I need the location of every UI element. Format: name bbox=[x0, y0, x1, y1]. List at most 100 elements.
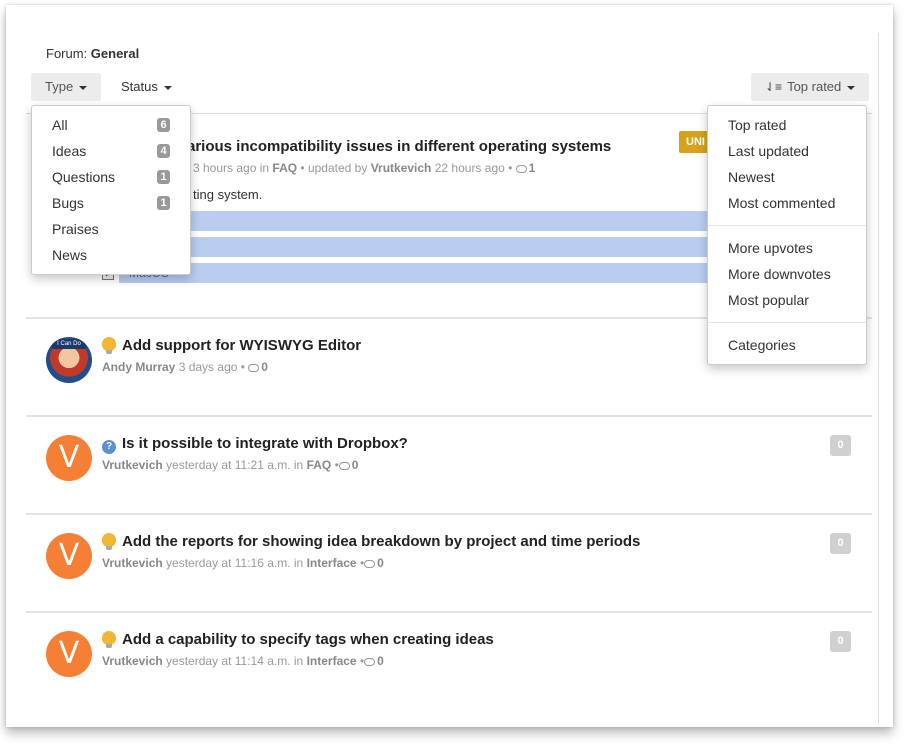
author-link[interactable]: Andy Murray bbox=[102, 360, 175, 374]
comment-count: 1 bbox=[528, 161, 536, 175]
menu-item-most-popular[interactable]: Most popular bbox=[708, 287, 866, 313]
poll-option[interactable]: / bbox=[119, 211, 713, 231]
category-link[interactable]: Interface bbox=[307, 654, 357, 668]
category-link[interactable]: FAQ bbox=[272, 161, 297, 175]
comment-count: 0 bbox=[351, 458, 359, 472]
menu-item-questions[interactable]: Questions 1 bbox=[32, 164, 190, 190]
count-badge: 6 bbox=[157, 118, 170, 132]
author-link[interactable]: Vrutkevich bbox=[371, 161, 432, 175]
poll-option[interactable]: l+ bbox=[119, 237, 713, 257]
forum-name[interactable]: General bbox=[91, 46, 139, 61]
sort-label: Top rated bbox=[787, 79, 842, 94]
forum-label: Forum: bbox=[46, 46, 88, 61]
vote-count[interactable]: 0 bbox=[830, 435, 851, 456]
type-filter-label: Type bbox=[45, 79, 74, 94]
count-badge: 1 bbox=[157, 196, 170, 210]
avatar-photo-text: I Can Do bbox=[52, 339, 86, 349]
comment-icon bbox=[338, 462, 350, 470]
menu-item-more-upvotes[interactable]: More upvotes bbox=[708, 235, 866, 261]
count-badge: 4 bbox=[157, 144, 170, 158]
menu-item-all[interactable]: All 6 bbox=[32, 112, 190, 138]
post-time: yesterday at 11:21 a.m. in bbox=[166, 458, 304, 472]
menu-item-label: Praises bbox=[52, 221, 99, 237]
post-title-text: Add support for WYISWYG Editor bbox=[122, 337, 362, 354]
author-link[interactable]: Vrutkevich bbox=[102, 654, 163, 668]
post-meta: Andy Murray 3 days ago • 0 bbox=[102, 360, 268, 374]
list-item: V Add the reports for showing idea break… bbox=[26, 513, 872, 608]
post-title[interactable]: ? Is it possible to integrate with Dropbo… bbox=[102, 435, 408, 454]
post-time: 3 hours ago in bbox=[193, 161, 270, 175]
vote-count[interactable]: 0 bbox=[830, 533, 851, 554]
menu-item-label: Questions bbox=[52, 169, 116, 185]
author-link[interactable]: Vrutkevich bbox=[102, 458, 163, 472]
comment-icon bbox=[364, 658, 376, 666]
vote-count[interactable]: 0 bbox=[830, 631, 851, 652]
menu-divider bbox=[708, 322, 866, 323]
author-link[interactable]: Vrutkevich bbox=[102, 556, 163, 570]
avatar[interactable]: I Can Do bbox=[46, 337, 92, 383]
comment-count: 0 bbox=[261, 360, 268, 374]
comment-icon bbox=[515, 165, 527, 173]
sort-dropdown-menu: Top rated Last updated Newest Most comme… bbox=[707, 105, 867, 365]
comment-icon bbox=[248, 364, 260, 372]
type-filter-button[interactable]: Type bbox=[31, 73, 102, 101]
status-filter-label: Status bbox=[121, 79, 158, 94]
menu-item-label: News bbox=[52, 247, 88, 263]
updated-time: 22 hours ago • bbox=[434, 161, 513, 175]
post-title-text: Is it possible to integrate with Dropbox… bbox=[122, 435, 408, 452]
post-time: yesterday at 11:16 a.m. in bbox=[166, 556, 304, 570]
menu-item-top-rated[interactable]: Top rated bbox=[708, 112, 866, 138]
post-title[interactable]: arious incompatibility issues in differe… bbox=[187, 138, 611, 155]
post-body: ting system. bbox=[193, 187, 263, 202]
post-time: 3 days ago • bbox=[178, 360, 245, 374]
sort-icon: ⇃≡ bbox=[765, 80, 783, 94]
post-meta: 3 hours ago in FAQ • updated by Vrutkevi… bbox=[193, 161, 535, 175]
post-title-text: Add the reports for showing idea breakdo… bbox=[122, 533, 641, 550]
status-filter-button[interactable]: Status bbox=[107, 73, 186, 101]
avatar[interactable]: V bbox=[46, 435, 92, 481]
comment-count: 0 bbox=[377, 556, 384, 570]
menu-item-more-downvotes[interactable]: More downvotes bbox=[708, 261, 866, 287]
chevron-down-icon bbox=[79, 85, 88, 90]
menu-item-praises[interactable]: Praises bbox=[32, 216, 190, 242]
post-title[interactable]: Add support for WYISWYG Editor bbox=[102, 337, 361, 354]
type-dropdown-menu: All 6 Ideas 4 Questions 1 Bugs 1 Praises New… bbox=[31, 105, 191, 275]
menu-item-ideas[interactable]: Ideas 4 bbox=[32, 138, 190, 164]
post-meta: Vrutkevich yesterday at 11:16 a.m. in In… bbox=[102, 556, 384, 570]
question-icon: ? bbox=[102, 440, 116, 454]
count-badge: 1 bbox=[157, 170, 170, 184]
list-item: V Add a capability to specify tags when … bbox=[26, 611, 872, 706]
menu-item-label: Bugs bbox=[52, 195, 84, 211]
menu-item-categories[interactable]: Categories bbox=[708, 332, 866, 358]
forum-panel: Forum: General Type Status ⇃≡ Top rated a… bbox=[6, 5, 893, 727]
menu-item-news[interactable]: News bbox=[32, 242, 190, 268]
poll-option[interactable]: MacOS bbox=[119, 263, 713, 283]
menu-item-most-commented[interactable]: Most commented bbox=[708, 190, 866, 216]
category-link[interactable]: FAQ bbox=[307, 458, 332, 472]
sort-button[interactable]: ⇃≡ Top rated bbox=[751, 73, 870, 101]
chevron-down-icon bbox=[847, 85, 856, 90]
post-meta: Vrutkevich yesterday at 11:14 a.m. in In… bbox=[102, 654, 384, 668]
bulb-icon bbox=[102, 533, 116, 550]
avatar[interactable]: V bbox=[46, 631, 92, 677]
list-item: V ? Is it possible to integrate with Drop… bbox=[26, 415, 872, 510]
right-border bbox=[878, 33, 879, 723]
post-title[interactable]: Add a capability to specify tags when cr… bbox=[102, 631, 494, 648]
bulb-icon bbox=[102, 631, 116, 648]
menu-item-last-updated[interactable]: Last updated bbox=[708, 138, 866, 164]
menu-item-newest[interactable]: Newest bbox=[708, 164, 866, 190]
comment-count: 0 bbox=[377, 654, 384, 668]
post-title-text: Add a capability to specify tags when cr… bbox=[122, 631, 494, 648]
bulb-icon bbox=[102, 337, 116, 354]
menu-item-bugs[interactable]: Bugs 1 bbox=[32, 190, 190, 216]
updated-label: • updated by bbox=[300, 161, 368, 175]
menu-item-label: Ideas bbox=[52, 143, 87, 159]
post-title[interactable]: Add the reports for showing idea breakdo… bbox=[102, 533, 640, 550]
avatar[interactable]: V bbox=[46, 533, 92, 579]
post-time: yesterday at 11:14 a.m. in bbox=[166, 654, 304, 668]
post-meta: Vrutkevich yesterday at 11:21 a.m. in FA… bbox=[102, 458, 358, 472]
menu-divider bbox=[708, 225, 866, 226]
comment-icon bbox=[364, 560, 376, 568]
category-link[interactable]: Interface bbox=[307, 556, 357, 570]
menu-item-label: All bbox=[52, 117, 68, 133]
